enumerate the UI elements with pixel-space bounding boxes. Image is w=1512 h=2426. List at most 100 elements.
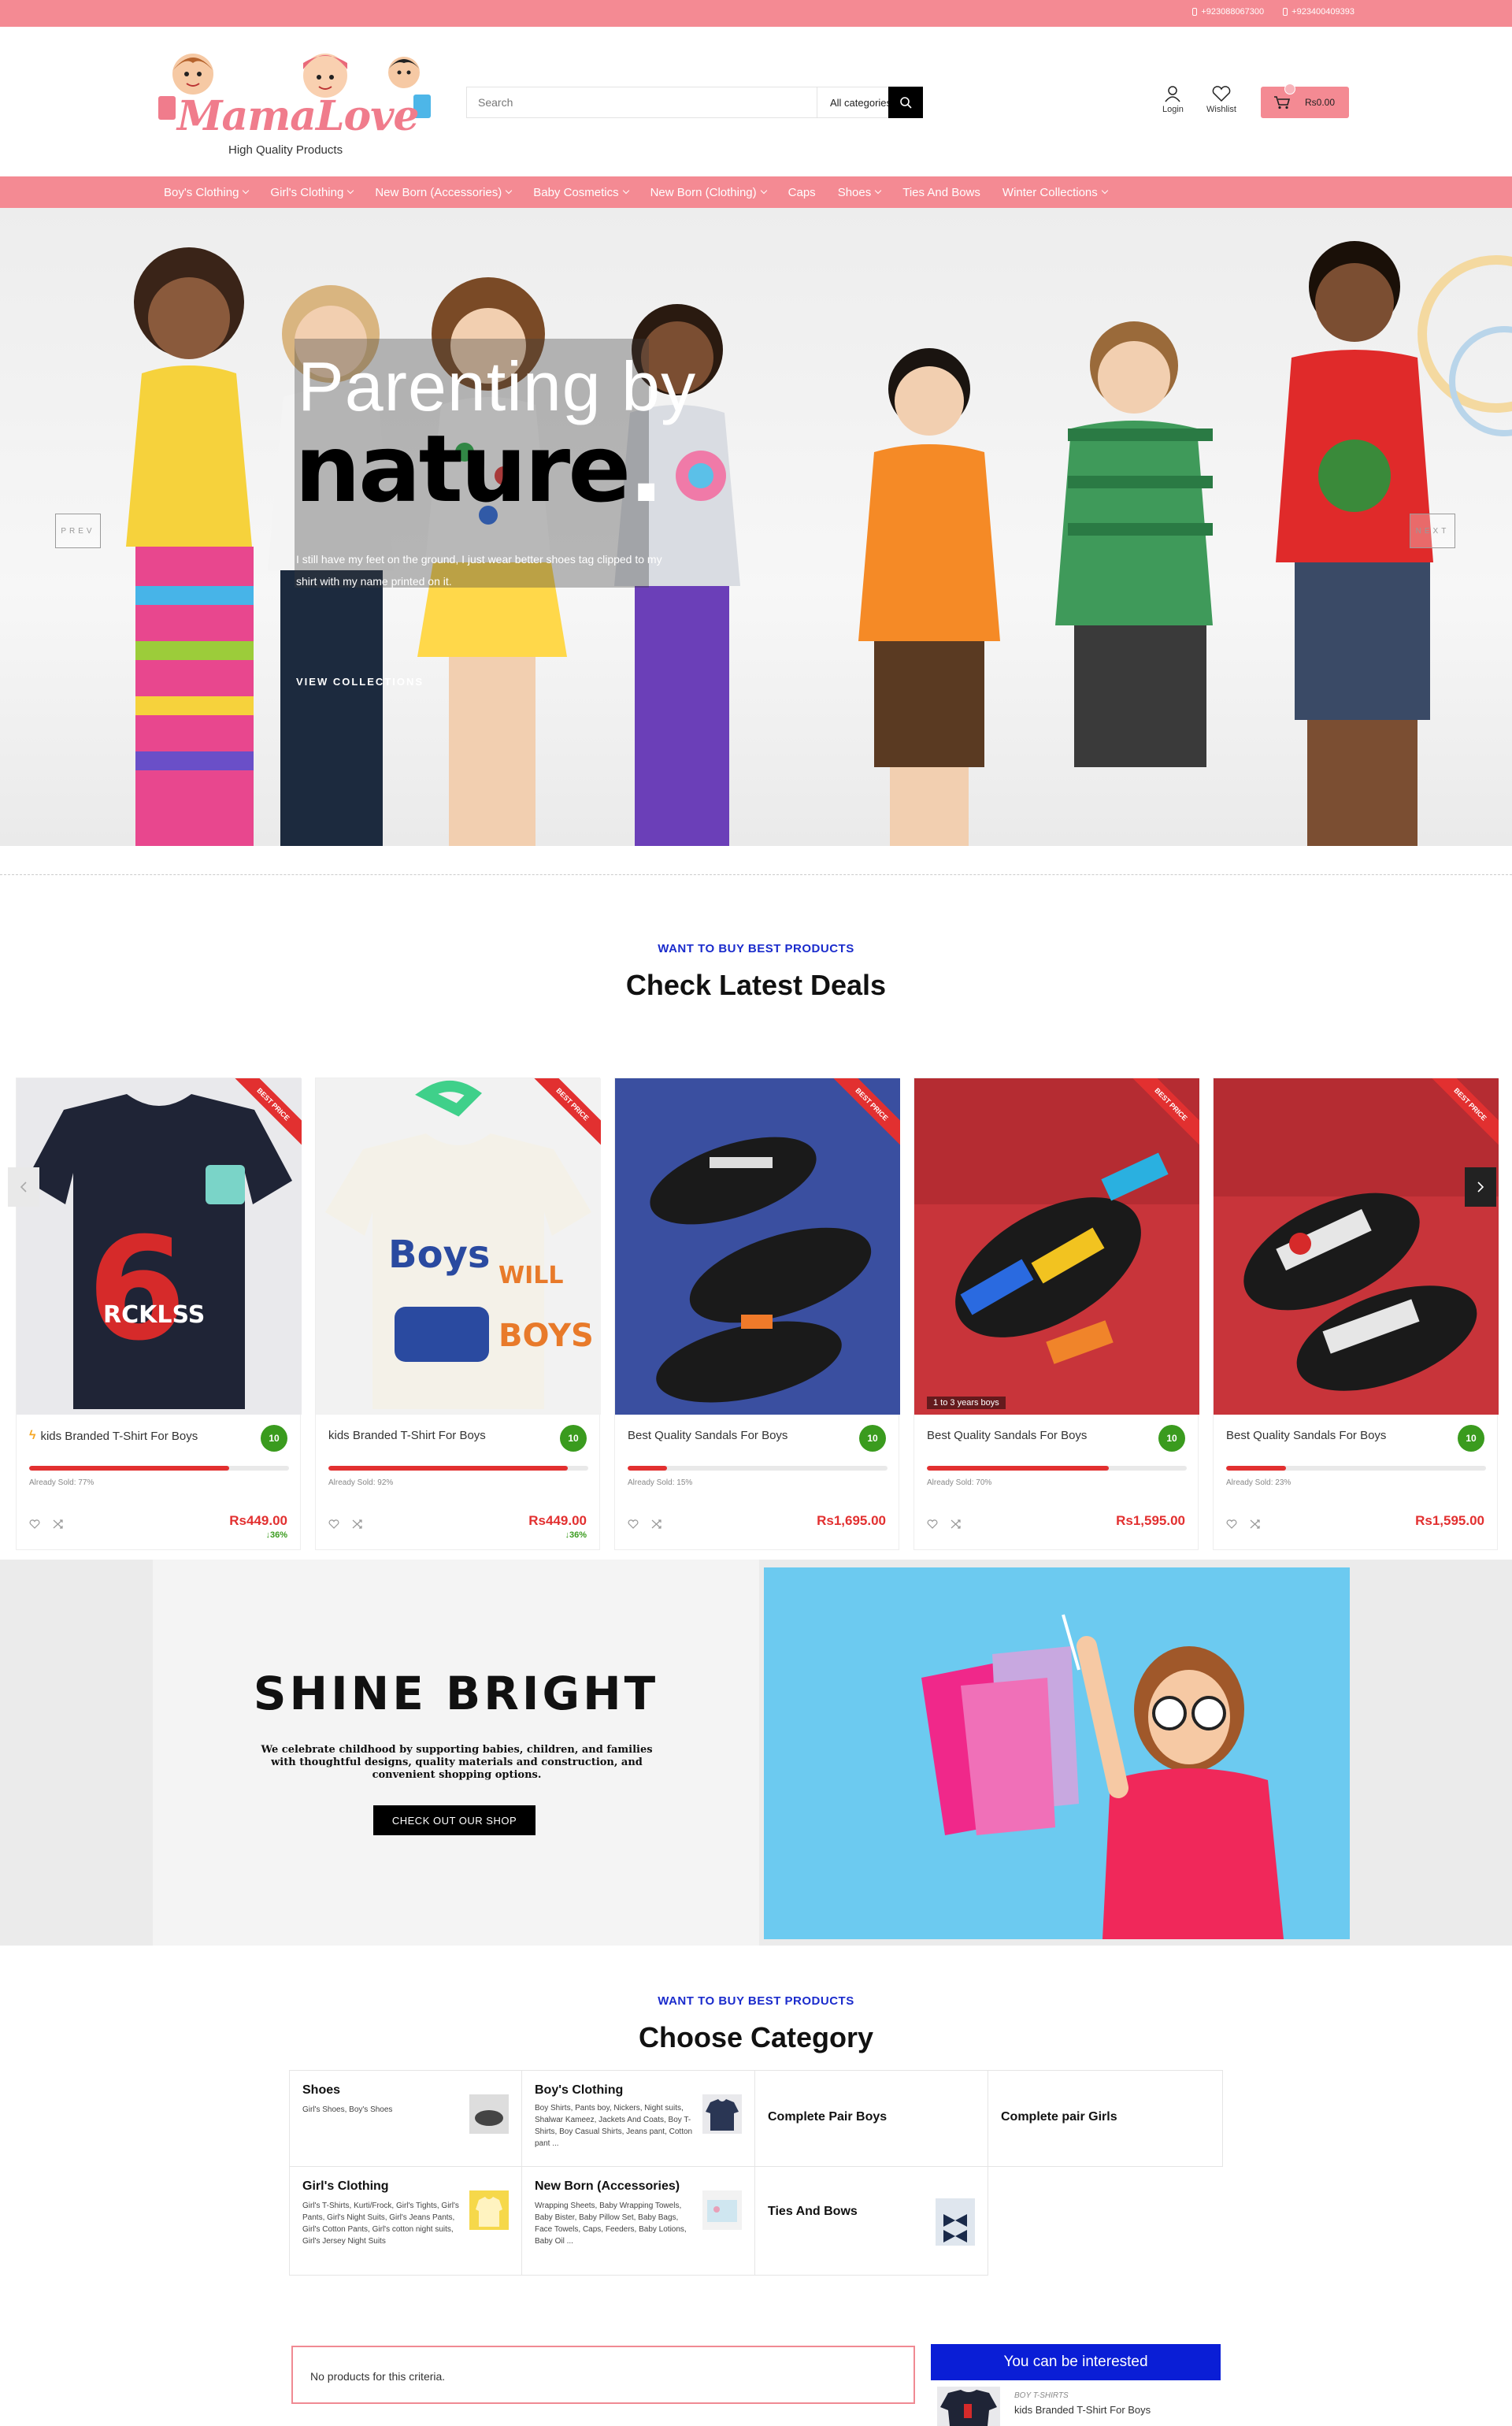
compare-icon[interactable]: [53, 1519, 64, 1529]
heart-icon[interactable]: [927, 1519, 938, 1529]
heart-icon[interactable]: [628, 1519, 639, 1529]
svg-text:RCKLSS: RCKLSS: [103, 1301, 205, 1329]
product-image[interactable]: Boys WILL BOYS BEST PRICE: [316, 1078, 601, 1415]
nav-item-ties-and-bows[interactable]: Ties And Bows: [902, 186, 980, 199]
login-link[interactable]: Login: [1162, 85, 1184, 114]
stock-count-badge: 10: [1158, 1425, 1185, 1452]
nav-label: Baby Cosmetics: [533, 185, 619, 199]
svg-text:6: 6: [87, 1207, 186, 1372]
category-name: Complete Pair Boys: [768, 2110, 888, 2124]
product-name-text: kids Branded T-Shirt For Boys: [328, 1429, 486, 1442]
product-name[interactable]: Best Quality Sandals For Boys: [927, 1429, 1087, 1442]
nav-item-winter-collections[interactable]: Winter Collections: [1002, 185, 1109, 199]
view-collections-link[interactable]: VIEW COLLECTIONS: [296, 676, 424, 688]
nav-label: Boy's Clothing: [164, 185, 239, 199]
product-name[interactable]: kids Branded T-Shirt For Boys: [328, 1429, 486, 1442]
sold-progress: [29, 1466, 289, 1471]
product-image[interactable]: 6 RCKLSS BEST PRICE: [17, 1078, 302, 1415]
nav-label: New Born (Clothing): [650, 185, 757, 199]
search-button[interactable]: [888, 87, 923, 118]
wishlist-link[interactable]: Wishlist: [1206, 85, 1236, 114]
nav-item-new-born-accessories[interactable]: New Born (Accessories): [375, 186, 513, 199]
banner-title: SHINE BRIGHT: [253, 1667, 659, 1720]
hero-subtitle: I still have my feet on the ground, I ju…: [296, 553, 662, 588]
product-name-text: Best Quality Sandals For Boys: [628, 1429, 788, 1442]
category-new-born-accessories[interactable]: New Born (Accessories) Wrapping Sheets, …: [522, 2167, 755, 2276]
search-input[interactable]: [467, 87, 817, 117]
sold-label: Already Sold: 70%: [927, 1478, 992, 1487]
flash-icon: ϟ: [29, 1429, 36, 1442]
interested-header: You can be interested: [931, 2344, 1221, 2380]
category-name: Complete pair Girls: [1001, 2110, 1117, 2124]
product-card[interactable]: BEST PRICE Best Quality Sandals For Boys…: [1213, 1078, 1499, 1550]
carousel-next-button[interactable]: [1465, 1167, 1496, 1207]
interested-product-item[interactable]: BOY T-SHIRTS kids Branded T-Shirt For Bo…: [937, 2387, 1221, 2426]
category-complete-pair-girls[interactable]: Complete pair Girls: [988, 2071, 1223, 2167]
product-card[interactable]: Boys WILL BOYS BEST PRICE kids Branded T…: [315, 1078, 601, 1550]
sold-progress: [328, 1466, 588, 1471]
product-name-text: Best Quality Sandals For Boys: [927, 1429, 1088, 1442]
top-bar: +923088067300 +923400409393: [0, 0, 1512, 27]
category-subcategories: Girl's Shoes, Boy's Shoes: [302, 2105, 393, 2114]
category-ties-and-bows[interactable]: Ties And Bows: [755, 2167, 988, 2276]
phone-icon: [1283, 8, 1288, 16]
category-grid: Shoes Girl's Shoes, Boy's Shoes Boy's Cl…: [289, 2070, 1223, 2276]
product-price: Rs449.00: [528, 1513, 587, 1528]
category-girls-clothing[interactable]: Girl's Clothing Girl's T-Shirts, Kurti/F…: [289, 2167, 522, 2276]
slider-next-button[interactable]: NEXT: [1410, 514, 1455, 548]
main-nav: Boy's Clothing Girl's Clothing New Born …: [0, 176, 1512, 208]
product-card[interactable]: 6 RCKLSS BEST PRICE ϟ kids Branded T-Shir…: [16, 1078, 302, 1550]
search-bar: All categories: [466, 87, 923, 118]
phone-numbers: +923088067300 +923400409393: [1192, 7, 1354, 17]
sold-progress: [927, 1466, 1187, 1471]
nav-item-boys-clothing[interactable]: Boy's Clothing: [164, 185, 250, 199]
category-shoes[interactable]: Shoes Girl's Shoes, Boy's Shoes: [289, 2071, 522, 2167]
nav-item-girls-clothing[interactable]: Girl's Clothing: [270, 186, 354, 199]
sold-progress-fill: [628, 1466, 667, 1471]
cart-button[interactable]: Rs0.00: [1261, 83, 1349, 118]
category-name: Shoes: [302, 2083, 341, 2097]
nav-item-new-born-clothing[interactable]: New Born (Clothing): [650, 185, 767, 199]
compare-icon[interactable]: [951, 1519, 962, 1529]
heart-icon[interactable]: [1226, 1519, 1237, 1529]
product-name[interactable]: Best Quality Sandals For Boys: [628, 1429, 788, 1442]
heart-icon[interactable]: [328, 1519, 339, 1529]
nav-item-caps[interactable]: Caps: [788, 186, 816, 199]
banner-girl-photo: [764, 1567, 1350, 1939]
category-subcategories: Boy Shirts, Pants boy, Nickers, Night su…: [535, 2104, 693, 2148]
discount-value: 36%: [569, 1530, 587, 1540]
heart-icon[interactable]: [29, 1519, 40, 1529]
category-complete-pair-boys[interactable]: Complete Pair Boys: [755, 2071, 988, 2167]
phone-link-1[interactable]: +923088067300: [1192, 7, 1264, 17]
product-name[interactable]: ϟ kids Branded T-Shirt For Boys: [29, 1429, 198, 1443]
category-select-label: All categories: [830, 96, 892, 109]
product-image[interactable]: BEST PRICE: [1214, 1078, 1499, 1415]
compare-icon[interactable]: [1250, 1519, 1261, 1529]
nav-label: Ties And Bows: [902, 185, 980, 199]
nav-label: Winter Collections: [1002, 185, 1098, 199]
card-actions: [927, 1519, 962, 1529]
check-out-shop-button[interactable]: CHECK OUT OUR SHOP: [373, 1805, 536, 1835]
product-card[interactable]: 1 to 3 years boys BEST PRICE Best Qualit…: [914, 1078, 1199, 1550]
carousel-prev-button[interactable]: [8, 1167, 39, 1207]
category-title: Choose Category: [638, 2021, 874, 2053]
product-image[interactable]: 1 to 3 years boys BEST PRICE: [914, 1078, 1199, 1415]
phone-link-2[interactable]: +923400409393: [1283, 7, 1354, 17]
product-price: Rs1,695.00: [817, 1513, 886, 1528]
product-card[interactable]: BEST PRICE Best Quality Sandals For Boys…: [614, 1078, 900, 1550]
stock-count-badge: 10: [261, 1425, 287, 1452]
nav-item-shoes[interactable]: Shoes: [838, 186, 882, 199]
compare-icon[interactable]: [352, 1519, 363, 1529]
category-boys-clothing[interactable]: Boy's Clothing Boy Shirts, Pants boy, Ni…: [522, 2071, 755, 2167]
site-logo[interactable]: MamaLove High Quality Products: [154, 49, 437, 159]
chevron-down-icon: [505, 187, 513, 195]
product-name[interactable]: Best Quality Sandals For Boys: [1226, 1429, 1386, 1442]
nav-item-baby-cosmetics[interactable]: Baby Cosmetics: [533, 185, 629, 199]
hero-title-word: nature: [295, 414, 631, 523]
slider-prev-button[interactable]: PREV: [55, 514, 101, 548]
hero-children-photo: [126, 241, 1433, 846]
product-image[interactable]: BEST PRICE: [615, 1078, 900, 1415]
compare-icon[interactable]: [651, 1519, 662, 1529]
sold-progress-fill: [927, 1466, 1109, 1471]
hero-slider: Parenting by nature. I still have my fee…: [0, 208, 1512, 846]
